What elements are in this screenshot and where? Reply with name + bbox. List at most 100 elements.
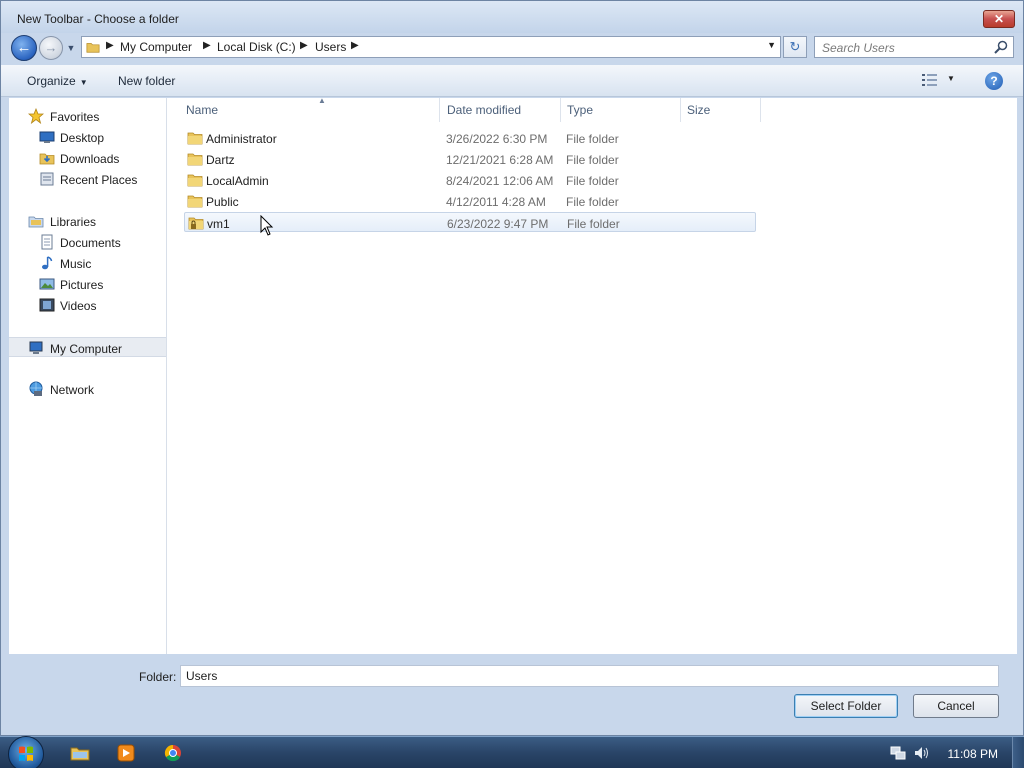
start-button[interactable] [8, 736, 44, 768]
nav-documents-label: Documents [60, 236, 121, 250]
file-type: File folder [566, 132, 619, 146]
nav-videos[interactable]: Videos [9, 295, 166, 315]
file-row-localadmin[interactable]: LocalAdmin 8/24/2021 12:06 AM File folde… [184, 170, 756, 190]
file-type: File folder [566, 153, 619, 167]
file-name: Dartz [206, 153, 235, 167]
file-date: 4/12/2011 4:28 AM [446, 195, 546, 209]
file-row-dartz[interactable]: Dartz 12/21/2021 6:28 AM File folder [184, 149, 756, 169]
change-view-icon[interactable] [921, 73, 939, 87]
column-type-label: Type [567, 103, 594, 117]
column-header-name[interactable]: ▲ Name [180, 96, 440, 122]
column-header-size[interactable]: Size [681, 98, 761, 122]
nav-pictures[interactable]: Pictures [9, 274, 166, 294]
folder-field-label: Folder: [139, 670, 177, 684]
file-list-pane: ▲ Name Date modified Type Size Administr… [168, 96, 1017, 654]
file-date: 8/24/2021 12:06 AM [446, 174, 554, 188]
volume-tray-icon[interactable] [914, 746, 930, 760]
nav-favorites[interactable]: Favorites [9, 106, 166, 126]
folder-name-input[interactable] [180, 665, 999, 687]
nav-libraries[interactable]: Libraries [9, 211, 166, 231]
file-row-public[interactable]: Public 4/12/2011 4:28 AM File folder [184, 191, 756, 211]
close-button[interactable]: ✕ [983, 10, 1015, 28]
organize-button[interactable]: Organize ▼ [27, 74, 88, 88]
breadcrumb-arrow-icon[interactable]: ▶ [203, 40, 211, 51]
forward-button[interactable]: → [39, 36, 63, 60]
command-toolbar: Organize ▼ New folder ▼ ? [1, 65, 1023, 97]
breadcrumb-arrow-icon[interactable]: ▶ [351, 40, 359, 51]
recent-pages-dropdown[interactable]: ▼ [65, 41, 77, 55]
folder-icon [86, 43, 100, 53]
mouse-cursor-icon [260, 215, 274, 236]
organize-label: Organize [27, 74, 76, 88]
chevron-down-icon: ▼ [79, 78, 88, 87]
nav-music[interactable]: Music [9, 253, 166, 273]
breadcrumb-users[interactable]: Users [315, 40, 346, 54]
window-title: New Toolbar - Choose a folder [17, 12, 179, 26]
folder-icon [187, 174, 203, 187]
file-row-administrator[interactable]: Administrator 3/26/2022 6:30 PM File fol… [184, 128, 756, 148]
search-icon[interactable] [993, 39, 1009, 55]
column-header-date[interactable]: Date modified [441, 98, 561, 122]
file-date: 6/23/2022 9:47 PM [447, 217, 549, 231]
views-dropdown-icon[interactable]: ▼ [947, 74, 955, 83]
file-name: Public [206, 195, 239, 209]
column-size-label: Size [687, 103, 711, 117]
nav-pictures-label: Pictures [60, 278, 104, 292]
folder-icon [187, 132, 203, 145]
nav-my-computer[interactable]: My Computer [9, 337, 166, 357]
column-header-type[interactable]: Type [561, 98, 681, 122]
title-bar[interactable]: New Toolbar - Choose a folder ✕ [1, 1, 1023, 33]
nav-documents[interactable]: Documents [9, 232, 166, 252]
nav-my-computer-label: My Computer [50, 342, 123, 356]
nav-network[interactable]: Network [9, 379, 166, 399]
star-icon [28, 108, 44, 124]
videos-icon [39, 298, 55, 312]
address-dropdown-icon[interactable]: ▼ [767, 40, 776, 50]
file-name: vm1 [207, 217, 230, 231]
content-area: Favorites Desktop Downloads Recent Place… [9, 96, 1017, 654]
column-date-label: Date modified [447, 103, 522, 117]
desktop-icon [39, 131, 55, 143]
folder-icon [187, 195, 203, 208]
locked-folder-icon [188, 217, 204, 230]
search-placeholder: Search Users [822, 41, 895, 55]
help-icon[interactable]: ? [985, 72, 1003, 90]
file-date: 3/26/2022 6:30 PM [446, 132, 548, 146]
breadcrumb-my-computer[interactable]: My Computer [120, 40, 192, 54]
breadcrumb-arrow-icon[interactable]: ▶ [300, 40, 308, 51]
breadcrumb-arrow-icon[interactable]: ▶ [106, 40, 114, 51]
back-button[interactable]: ← [11, 35, 37, 61]
file-name: Administrator [206, 132, 277, 146]
chrome-taskbar-icon[interactable] [163, 743, 183, 763]
nav-downloads[interactable]: Downloads [9, 148, 166, 168]
address-bar[interactable]: ▶ My Computer ▶ Local Disk (C:) ▶ Users … [81, 36, 781, 58]
network-icon [29, 381, 43, 396]
refresh-button[interactable]: ↻ [783, 36, 807, 58]
new-folder-button[interactable]: New folder [118, 74, 175, 88]
libraries-icon [28, 216, 44, 228]
search-input[interactable]: Search Users [814, 36, 1014, 58]
nav-libraries-label: Libraries [50, 215, 97, 229]
taskbar: 11:08 PM [0, 736, 1024, 768]
nav-music-label: Music [60, 257, 92, 271]
nav-recent-places[interactable]: Recent Places [9, 169, 166, 189]
nav-downloads-label: Downloads [60, 152, 120, 166]
media-player-taskbar-icon[interactable] [116, 743, 136, 763]
documents-icon [41, 234, 53, 250]
nav-favorites-label: Favorites [50, 110, 100, 124]
computer-icon [29, 341, 43, 354]
recent-places-icon [40, 172, 54, 186]
nav-desktop[interactable]: Desktop [9, 127, 166, 147]
explorer-taskbar-icon[interactable] [70, 743, 90, 763]
file-type: File folder [566, 174, 619, 188]
select-folder-button[interactable]: Select Folder [794, 694, 898, 718]
network-tray-icon[interactable] [890, 746, 906, 760]
breadcrumb-local-disk[interactable]: Local Disk (C:) [217, 40, 296, 54]
navigation-bar: ← → ▼ ▶ My Computer ▶ Local Disk (C:) ▶ … [1, 33, 1023, 63]
column-name-label: Name [186, 103, 219, 117]
clock[interactable]: 11:08 PM [948, 747, 998, 761]
cancel-button[interactable]: Cancel [913, 694, 999, 718]
nav-recent-places-label: Recent Places [60, 173, 138, 187]
file-name: LocalAdmin [206, 174, 269, 188]
show-desktop-button[interactable] [1012, 737, 1024, 768]
